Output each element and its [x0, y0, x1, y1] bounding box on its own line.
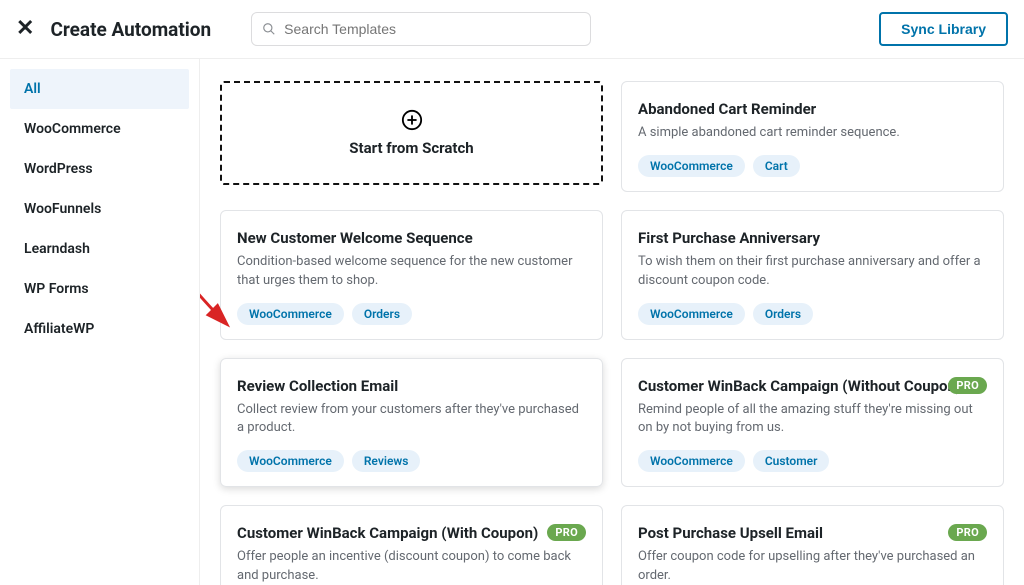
tag: WooCommerce: [638, 450, 745, 472]
tag: Reviews: [352, 450, 421, 472]
card-tags: WooCommerce Orders: [638, 303, 987, 325]
card-title: Review Collection Email: [237, 377, 586, 395]
start-from-scratch-card[interactable]: Start from Scratch: [220, 81, 603, 185]
card-description: Collect review from your customers after…: [237, 401, 586, 439]
card-tags: WooCommerce Reviews: [237, 450, 586, 472]
tag: Orders: [352, 303, 412, 325]
card-tags: WooCommerce Customer: [638, 450, 987, 472]
pro-badge: PRO: [948, 377, 987, 394]
sidebar-item-wordpress[interactable]: WordPress: [10, 149, 189, 189]
card-description: A simple abandoned cart reminder sequenc…: [638, 124, 987, 143]
scratch-title: Start from Scratch: [349, 139, 473, 157]
search-input[interactable]: [284, 21, 580, 37]
card-title: New Customer Welcome Sequence: [237, 229, 586, 247]
template-card[interactable]: PROCustomer WinBack Campaign (Without Co…: [621, 358, 1004, 488]
pro-badge: PRO: [948, 524, 987, 541]
card-title: Post Purchase Upsell Email: [638, 524, 987, 542]
plus-circle-icon: [401, 109, 423, 131]
body: AllWooCommerceWordPressWooFunnelsLearnda…: [0, 58, 1024, 585]
card-title: Customer WinBack Campaign (With Coupon): [237, 524, 586, 542]
pro-badge: PRO: [547, 524, 586, 541]
template-card[interactable]: Abandoned Cart Reminder A simple abandone…: [621, 81, 1004, 192]
tag: Orders: [753, 303, 813, 325]
sidebar-item-wp-forms[interactable]: WP Forms: [10, 269, 189, 309]
card-description: Condition-based welcome sequence for the…: [237, 253, 586, 291]
sidebar-item-woocommerce[interactable]: WooCommerce: [10, 109, 189, 149]
card-tags: WooCommerce Cart: [638, 155, 987, 177]
template-card[interactable]: First Purchase Anniversary To wish them o…: [621, 210, 1004, 340]
tag: WooCommerce: [638, 303, 745, 325]
tag: WooCommerce: [237, 450, 344, 472]
sidebar: AllWooCommerceWordPressWooFunnelsLearnda…: [0, 59, 200, 585]
header: ✕ Create Automation Sync Library: [0, 0, 1024, 58]
search-input-wrapper[interactable]: [251, 12, 591, 46]
card-title: Abandoned Cart Reminder: [638, 100, 987, 118]
template-card[interactable]: Review Collection Email Collect review fr…: [220, 358, 603, 488]
tag: Cart: [753, 155, 800, 177]
card-description: Remind people of all the amazing stuff t…: [638, 401, 987, 439]
search-icon: [262, 22, 276, 36]
sync-library-button[interactable]: Sync Library: [879, 12, 1008, 46]
content: Start from Scratch Abandoned Cart Remind…: [200, 59, 1024, 585]
template-card[interactable]: New Customer Welcome Sequence Condition-b…: [220, 210, 603, 340]
sidebar-item-woofunnels[interactable]: WooFunnels: [10, 189, 189, 229]
page-title: Create Automation: [50, 18, 211, 41]
sidebar-item-affiliatewp[interactable]: AffiliateWP: [10, 309, 189, 349]
template-grid: Start from Scratch Abandoned Cart Remind…: [220, 81, 1004, 585]
card-tags: WooCommerce Orders: [237, 303, 586, 325]
card-title: First Purchase Anniversary: [638, 229, 987, 247]
sidebar-item-learndash[interactable]: Learndash: [10, 229, 189, 269]
close-icon[interactable]: ✕: [16, 18, 34, 40]
template-card[interactable]: PROPost Purchase Upsell Email Offer coupo…: [621, 505, 1004, 585]
card-description: Offer people an incentive (discount coup…: [237, 548, 586, 585]
tag: WooCommerce: [237, 303, 344, 325]
card-description: Offer coupon code for upselling after th…: [638, 548, 987, 585]
card-description: To wish them on their first purchase ann…: [638, 253, 987, 291]
card-title: Customer WinBack Campaign (Without Coupo…: [638, 377, 987, 395]
sidebar-item-all[interactable]: All: [10, 69, 189, 109]
template-card[interactable]: PROCustomer WinBack Campaign (With Coupo…: [220, 505, 603, 585]
tag: WooCommerce: [638, 155, 745, 177]
tag: Customer: [753, 450, 830, 472]
highlight-arrow: [200, 283, 236, 335]
